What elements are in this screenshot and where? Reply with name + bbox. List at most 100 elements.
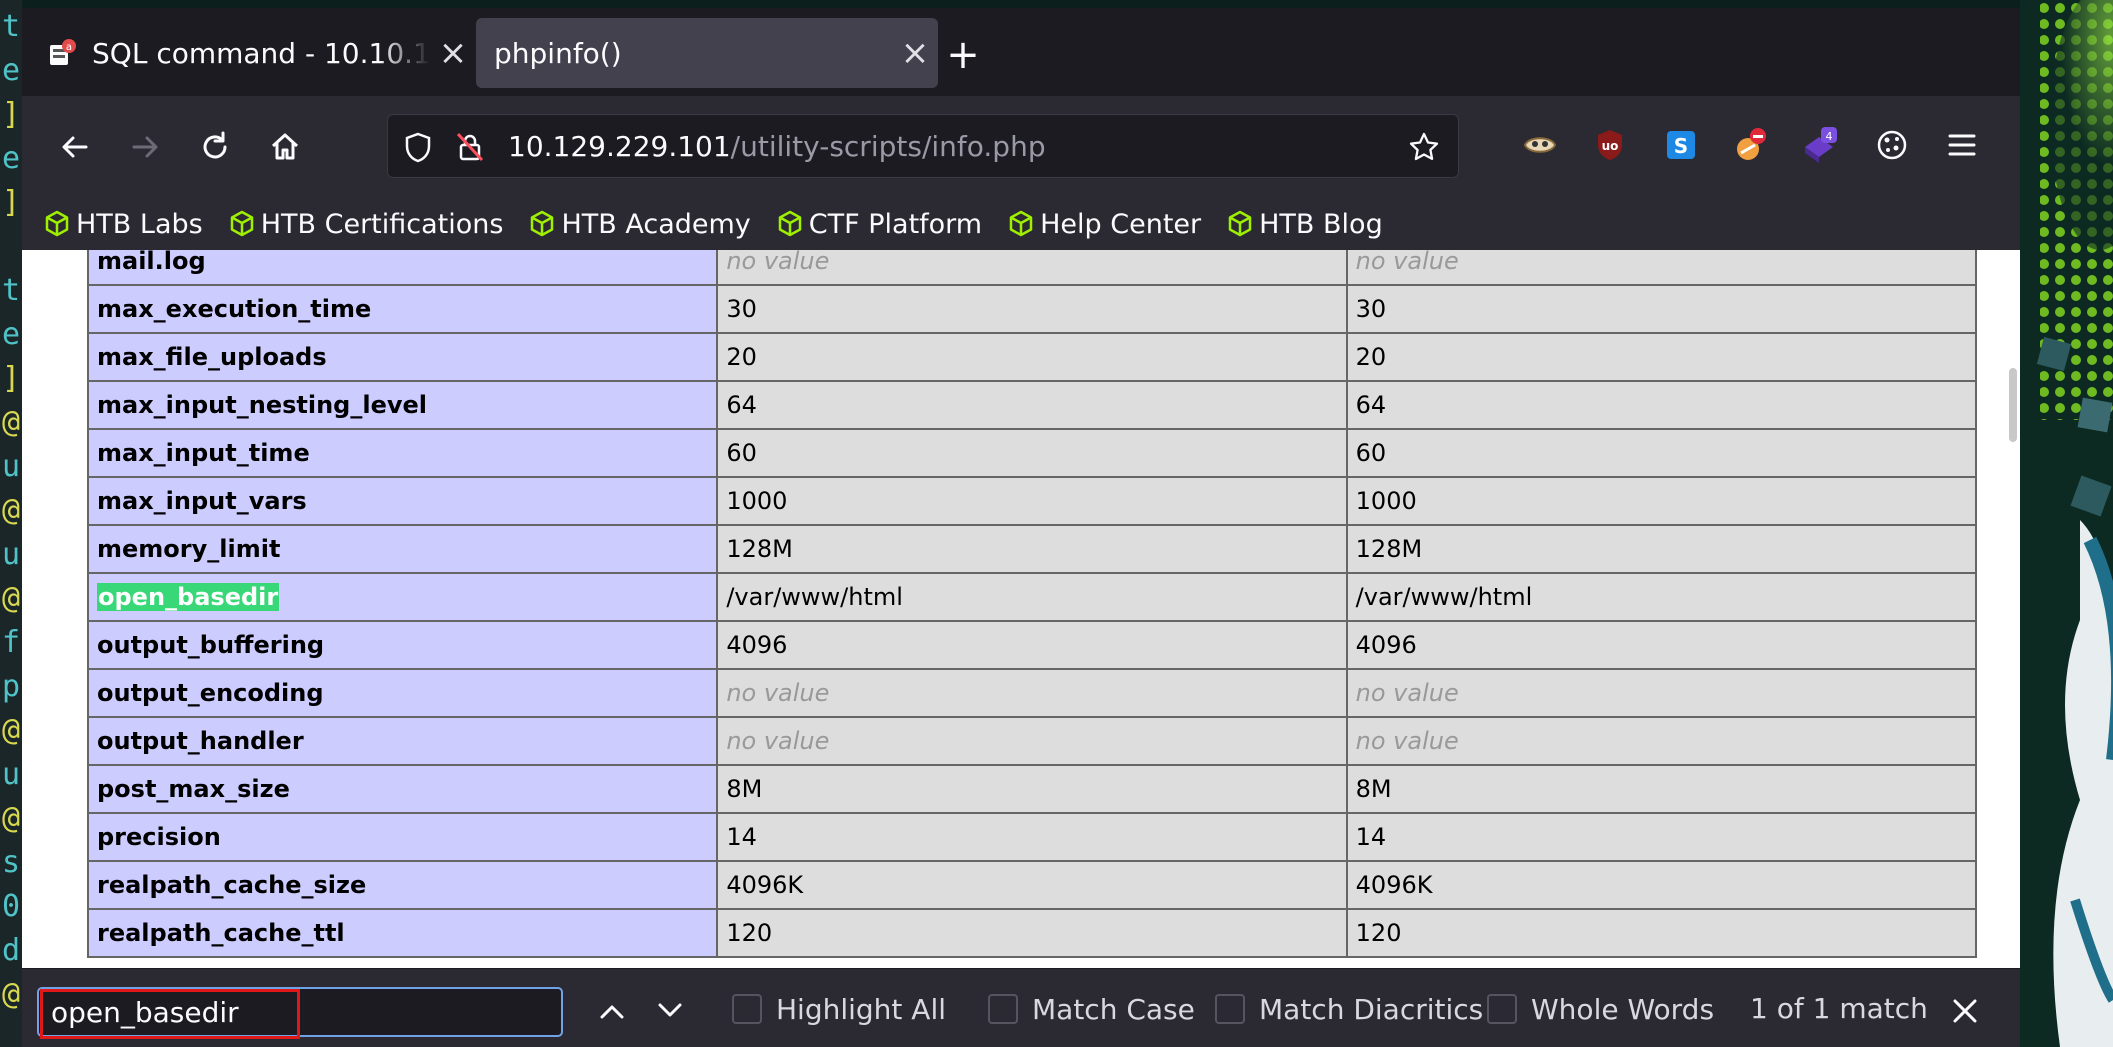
cookie-blocker-extension-icon[interactable]: [1725, 120, 1775, 170]
chevron-down-icon: [658, 1003, 682, 1017]
checkbox-box[interactable]: [1487, 994, 1517, 1024]
ublock-origin-icon[interactable]: uo: [1585, 120, 1635, 170]
scrollbar-thumb[interactable]: [2009, 368, 2017, 442]
table-row: output_encoding no value no value: [86, 668, 1978, 718]
checkbox-box[interactable]: [988, 994, 1018, 1024]
home-button[interactable]: [262, 124, 308, 170]
tab-sql-command[interactable]: a SQL command - 10.10.14 ×: [28, 18, 476, 88]
tab-title: phpinfo(): [494, 36, 622, 70]
tab-close-icon[interactable]: ×: [430, 33, 476, 73]
terminal-char: @: [2, 493, 21, 528]
extension-badge: 4: [1826, 130, 1833, 143]
match-diacritics-checkbox[interactable]: Match Diacritics: [1215, 987, 1483, 1031]
bookmark-label: HTB Labs: [76, 208, 203, 240]
table-row: mail.log no value no value: [86, 250, 1978, 286]
match-case-label: Match Case: [1032, 992, 1195, 1026]
directive-name: max_input_time: [97, 439, 310, 467]
directive-name-cell: output_handler: [86, 716, 719, 766]
background-terminal: t e] e] t e] @ u @ u @ f p @ u @ s 0 d @: [0, 0, 22, 1047]
reload-icon: [203, 131, 227, 159]
whole-words-checkbox[interactable]: Whole Words: [1487, 987, 1714, 1031]
whole-words-label: Whole Words: [1531, 992, 1715, 1026]
highlight-all-checkbox[interactable]: Highlight All: [732, 987, 946, 1031]
hamburger-menu-button[interactable]: [1937, 120, 1987, 170]
bookmark-item[interactable]: HTB Academy: [529, 209, 751, 240]
new-tab-button[interactable]: +: [938, 30, 988, 80]
terminal-char: t: [2, 9, 21, 44]
directive-name: output_buffering: [97, 631, 325, 659]
local-value-cell: no value: [716, 250, 1348, 286]
table-row: max_execution_time 30 30: [86, 284, 1978, 334]
directive-name: output_handler: [97, 727, 304, 755]
find-next-button[interactable]: [645, 989, 695, 1033]
hacktools-extension-icon[interactable]: 4: [1796, 120, 1846, 170]
bookmark-item[interactable]: Help Center: [1008, 209, 1201, 240]
insecure-lock-icon[interactable]: [452, 129, 488, 165]
directive-name-cell: realpath_cache_size: [86, 860, 719, 910]
htb-cube-icon: [1009, 210, 1033, 237]
master-value-cell: 64: [1345, 380, 1978, 430]
table-row: post_max_size 8M 8M: [86, 764, 1978, 814]
directive-name-cell: max_execution_time: [86, 284, 719, 334]
checkbox-box[interactable]: [1215, 994, 1245, 1024]
find-previous-button[interactable]: [587, 989, 637, 1033]
match-case-checkbox[interactable]: Match Case: [988, 987, 1195, 1031]
terminal-char: ]: [2, 97, 21, 132]
bookmark-item[interactable]: CTF Platform: [777, 209, 982, 240]
bookmark-item[interactable]: HTB Labs: [44, 209, 203, 240]
terminal-char: @: [2, 713, 21, 748]
table-row: realpath_cache_size 4096K 4096K: [86, 860, 1978, 910]
address-bar[interactable]: 10.129.229.101/utility-scripts/info.php: [387, 114, 1459, 178]
master-value-cell: 120: [1345, 908, 1978, 958]
directive-name-cell: memory_limit: [86, 524, 719, 574]
local-value-cell: 64: [716, 380, 1348, 430]
url-text[interactable]: 10.129.229.101/utility-scripts/info.php: [508, 115, 1046, 179]
skype-s-extension-icon[interactable]: S: [1656, 120, 1706, 170]
terminal-char: u: [2, 757, 21, 792]
table-row: realpath_cache_ttl 120 120: [86, 908, 1978, 958]
terminal-char: e: [2, 141, 21, 176]
tab-close-icon[interactable]: ×: [892, 33, 938, 73]
checkbox-box[interactable]: [732, 994, 762, 1024]
bookmarks-toolbar: HTB Labs HTB Certifications HTB Academy CTF…: [22, 198, 2020, 250]
local-value-cell: /var/www/html: [716, 572, 1348, 622]
terminal-char: @: [2, 977, 21, 1012]
back-button[interactable]: [52, 124, 98, 170]
terminal-char: ]: [2, 185, 21, 220]
directive-name: max_execution_time: [97, 295, 372, 323]
local-value-cell: 120: [716, 908, 1348, 958]
reload-button[interactable]: [192, 124, 238, 170]
terminal-char: p: [2, 669, 21, 704]
forward-button[interactable]: [122, 124, 168, 170]
tracking-protection-shield-icon[interactable]: [400, 129, 436, 165]
directive-name-cell: open_basedir: [86, 572, 719, 622]
bookmark-star-icon[interactable]: [1406, 129, 1442, 165]
close-find-bar-button[interactable]: [1942, 989, 1988, 1033]
directive-name-cell: max_input_nesting_level: [86, 380, 719, 430]
htb-cube-icon: [230, 210, 253, 237]
svg-text:S: S: [1674, 134, 1688, 158]
bookmark-label: Help Center: [1040, 208, 1202, 240]
chevron-up-icon: [600, 1005, 624, 1019]
terminal-char: 0: [2, 889, 21, 924]
find-input[interactable]: [37, 987, 563, 1037]
terminal-char: @: [2, 405, 21, 440]
directive-name-cell: realpath_cache_ttl: [86, 908, 719, 958]
terminal-char: t: [2, 273, 21, 308]
tab-phpinfo[interactable]: phpinfo() ×: [476, 18, 938, 88]
bookmark-item[interactable]: HTB Certifications: [229, 209, 503, 240]
htb-cube-icon: [778, 210, 802, 237]
directive-name-cell: max_input_vars: [86, 476, 719, 526]
table-row: max_file_uploads 20 20: [86, 332, 1978, 382]
foxyproxy-extension-icon[interactable]: [1515, 120, 1565, 170]
local-value-cell: no value: [716, 668, 1348, 718]
master-value-cell: 4096: [1345, 620, 1978, 670]
directive-name-cell: max_input_time: [86, 428, 719, 478]
cookie-editor-extension-icon[interactable]: [1867, 120, 1917, 170]
bookmark-item[interactable]: HTB Blog: [1227, 209, 1383, 240]
scrollbar[interactable]: [2006, 250, 2020, 968]
htb-cube-icon: [531, 210, 554, 237]
adminer-favicon-icon: a: [46, 37, 78, 69]
terminal-char: s: [2, 845, 21, 880]
svg-text:uo: uo: [1602, 139, 1619, 153]
